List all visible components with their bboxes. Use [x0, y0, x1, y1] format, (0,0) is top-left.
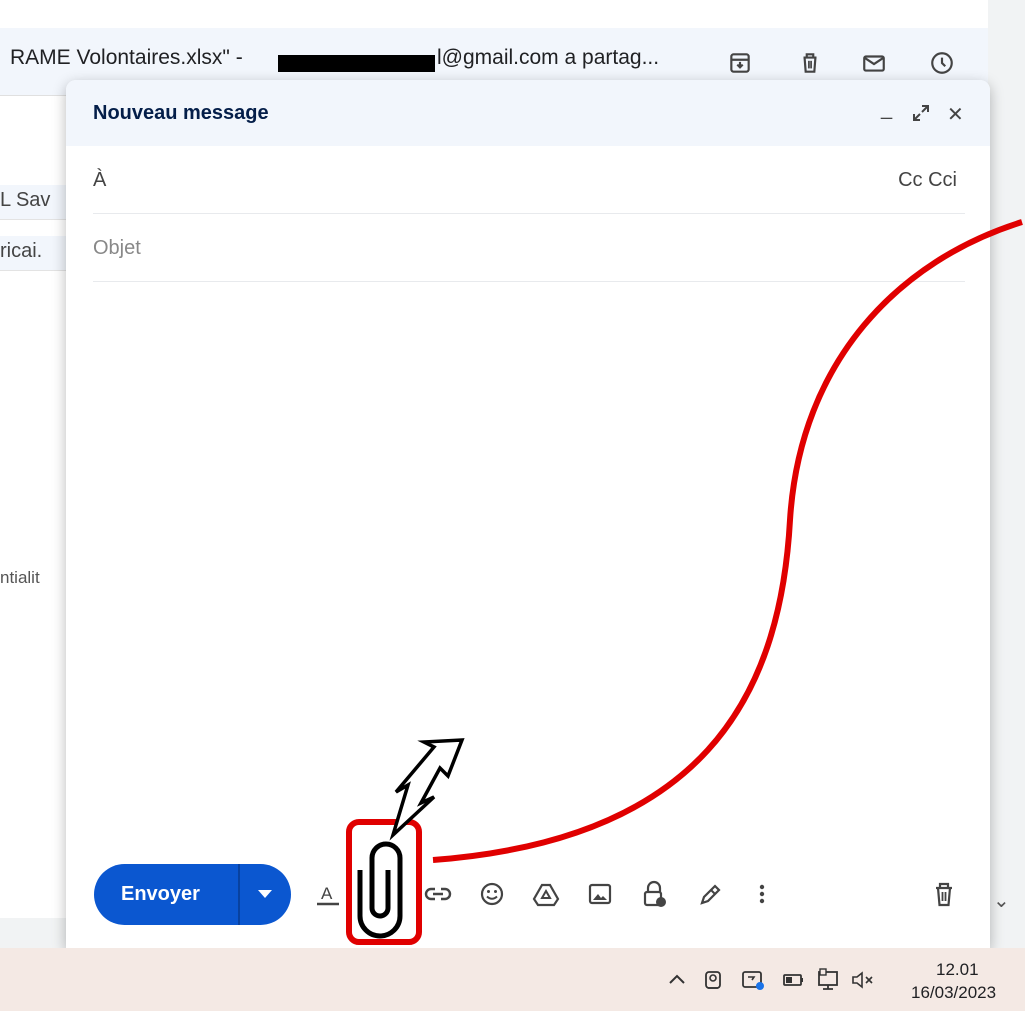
minimize-button[interactable]: _ [881, 98, 892, 121]
clock-date[interactable]: 16/03/2023 [911, 983, 996, 1003]
compose-header: Nouveau message _ ✕ [66, 80, 990, 146]
lock-clock-icon[interactable] [638, 878, 670, 910]
mail-subject-suffix: l@gmail.com a partag... [437, 46, 660, 69]
list-item-text: L Sav [0, 189, 51, 211]
send-label: Envoyer [121, 883, 200, 905]
battery-icon[interactable] [779, 966, 807, 994]
chevron-down-icon[interactable]: ⌄ [993, 888, 1010, 913]
send-options-caret-icon[interactable] [258, 890, 272, 898]
image-icon[interactable] [584, 878, 616, 910]
compose-title: Nouveau message [93, 102, 269, 124]
to-label: À [93, 169, 107, 191]
more-vert-icon[interactable] [746, 878, 778, 910]
send-button[interactable]: Envoyer [94, 864, 291, 925]
volume-muted-icon[interactable] [848, 966, 876, 994]
format-text-icon[interactable]: A [312, 878, 344, 910]
drive-icon[interactable] [530, 878, 562, 910]
cast-icon[interactable] [739, 966, 767, 994]
expand-icon[interactable] [912, 104, 930, 122]
mail-subject-prefix: RAME Volontaires.xlsx" - [10, 46, 243, 69]
pen-icon[interactable] [694, 878, 726, 910]
svg-text:A: A [321, 884, 333, 903]
subject-input[interactable] [93, 237, 953, 260]
send-divider [238, 864, 240, 925]
redaction-bar [278, 55, 435, 72]
list-item[interactable]: L Sav [0, 185, 70, 220]
recipients-field[interactable]: À Cc Cci [93, 147, 965, 214]
compose-window: Nouveau message _ ✕ À Cc Cci Envoyer A [66, 80, 990, 948]
close-button[interactable]: ✕ [947, 102, 964, 127]
trash-icon[interactable] [797, 50, 823, 76]
subject-field [93, 215, 965, 282]
link-icon[interactable] [422, 878, 454, 910]
clock-time[interactable]: 12.01 [936, 960, 979, 980]
camera-icon[interactable] [700, 966, 728, 994]
list-item[interactable]: ricai. [0, 236, 70, 271]
emoji-icon[interactable] [476, 878, 508, 910]
chevron-up-icon[interactable] [663, 966, 691, 994]
mail-icon[interactable] [861, 50, 887, 76]
body-fragment: ntialit [0, 568, 40, 587]
list-item-text: ricai. [0, 240, 43, 262]
archive-icon[interactable] [727, 50, 753, 76]
discard-draft-icon[interactable] [928, 878, 960, 910]
scrollbar-track[interactable] [988, 0, 1025, 948]
network-icon[interactable] [814, 966, 842, 994]
paperclip-icon[interactable] [366, 870, 406, 914]
taskbar: 12.01 16/03/2023 [0, 948, 1025, 1011]
cc-bcc-link[interactable]: Cc Cci [898, 169, 957, 192]
clock-icon[interactable] [929, 50, 955, 76]
